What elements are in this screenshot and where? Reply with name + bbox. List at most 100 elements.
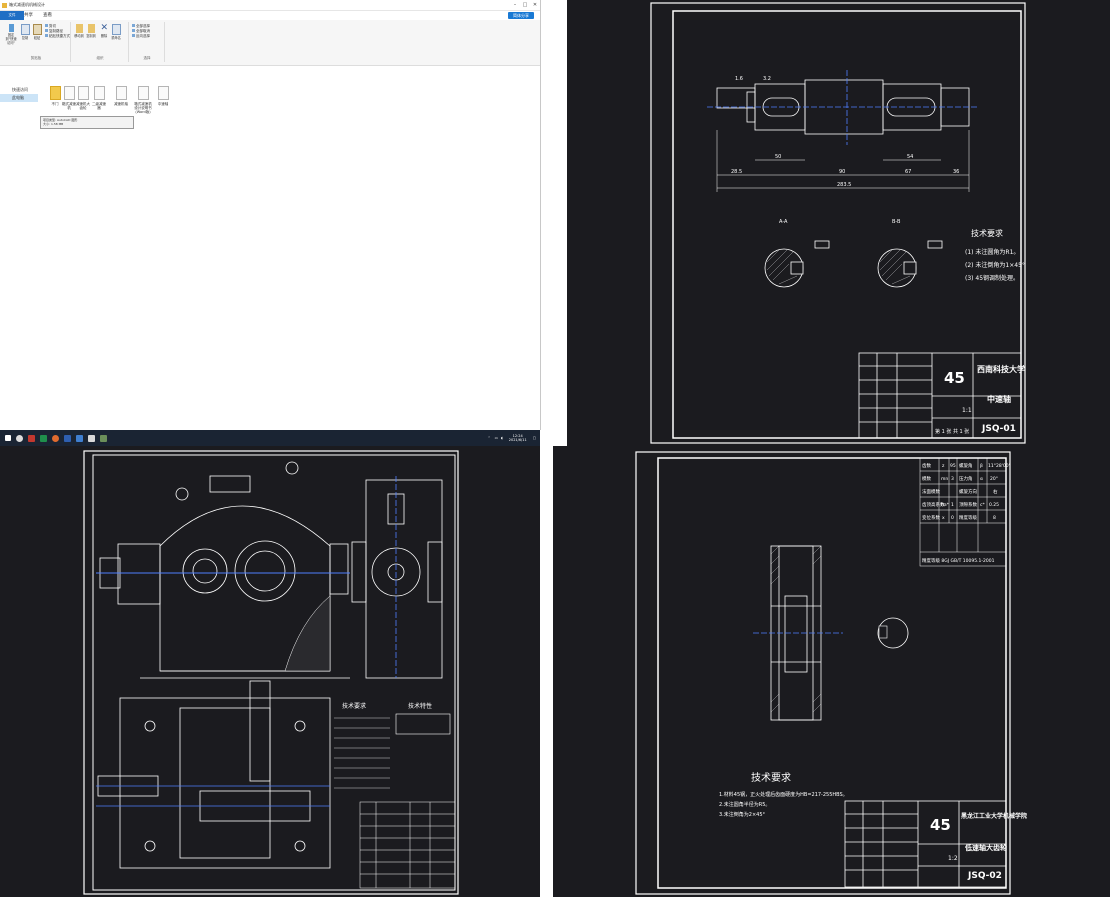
school-label: 西南科技大学	[977, 364, 1025, 374]
file-tooltip: 项目类型: AutoCAD 图形 大小: 1.58 MB	[40, 116, 134, 129]
clock-date: 2021/6/11	[508, 438, 527, 442]
dim-label: 67	[905, 169, 911, 175]
taskbar: ⌃ ▭ ◖ 12:24 2021/6/11 ▢	[0, 430, 540, 446]
section-label: A-A	[779, 219, 788, 225]
tab-file[interactable]: 文件	[0, 11, 24, 20]
file-name: 箱式减速机设计说明书 (Word版)	[134, 102, 152, 114]
scissors-icon	[45, 24, 48, 27]
move-to-button[interactable]: 移动到	[74, 24, 84, 38]
autocad-icon[interactable]	[76, 434, 83, 442]
close-button[interactable]: ✕	[530, 2, 540, 8]
file-item[interactable]: 不门	[48, 86, 62, 106]
param-label: 齿数	[922, 462, 931, 469]
param-label: 压力角	[959, 475, 973, 482]
file-item[interactable]: 箱式减速机设计说明书 (Word版)	[134, 86, 152, 114]
clock[interactable]: 12:24 2021/6/11	[509, 434, 527, 442]
scale-label: 1:2	[948, 855, 958, 862]
assembly-drawing: 技术要求 技术特性	[83, 450, 459, 895]
cut-label: 剪切	[49, 24, 56, 28]
navigation-pane: 快速访问 此电脑	[0, 86, 38, 102]
param-label: 精度等级	[959, 514, 977, 521]
window-title: 箱式减速机机械设计	[9, 2, 45, 7]
file-icon	[115, 86, 127, 100]
browser-icon[interactable]	[52, 434, 59, 442]
standard-label: 精度等级 8GJ GB/T 10095.1-2001	[922, 557, 995, 564]
file-item[interactable]: 减速机轴	[114, 86, 128, 106]
volume-icon[interactable]: ◖	[501, 436, 503, 440]
gear-drawing-window: 齿数 z 95 螺旋角 β 11°28'00" 模数 mn 3 压力角 α 20…	[553, 446, 1110, 897]
param-value: 95	[950, 463, 956, 469]
file-item[interactable]: 中速轴	[156, 86, 170, 106]
pin-button[interactable]: 固定到"快速访问"	[4, 24, 18, 45]
requirement-line: 1.材料45钢，正火处理后齿面硬度为HB=217-255HBS。	[719, 791, 848, 798]
file-icon	[157, 86, 169, 100]
paste-button[interactable]: 粘贴	[32, 24, 42, 40]
shaft-drawing: 28.5 50 90 67 36 283.5 54 1.6 3.2 A-A B-…	[650, 2, 1026, 444]
roughness-label: 1.6	[735, 76, 743, 82]
maximize-button[interactable]: □	[520, 2, 530, 8]
param-symbol: mn	[941, 477, 948, 482]
cad-icon[interactable]	[28, 434, 35, 442]
file-item[interactable]: 减速机大齿轮	[76, 86, 90, 110]
keyway	[878, 625, 888, 639]
notification-icon[interactable]: ▢	[533, 436, 536, 440]
invert-selection-button[interactable]: 反向选择	[132, 34, 150, 39]
search-icon[interactable]	[16, 434, 23, 442]
chevron-up-icon[interactable]: ⌃	[488, 436, 491, 440]
select-group-label: 选择	[143, 56, 151, 60]
share-button[interactable]: 简体分享	[508, 12, 534, 19]
requirement-line: 3.未注倒角为2×45°	[719, 811, 766, 818]
ribbon: 固定到"快速访问" 复制 粘贴 剪切 复制路径 粘贴快捷方式 剪贴板 移动到 复…	[0, 20, 540, 66]
invert-icon	[132, 34, 135, 37]
file-name: 中速轴	[157, 102, 169, 106]
shaft-elevation	[707, 70, 977, 145]
assembly-notes: 技术要求 技术特性	[342, 702, 432, 710]
folder-icon[interactable]	[88, 434, 95, 442]
delete-button[interactable]: ✕ 删除	[99, 24, 109, 39]
dim-label: 283.5	[837, 182, 851, 188]
ribbon-tabs: 文件 主页 共享 查看 简体分享	[0, 11, 540, 20]
organize-group: 移动到 复制到 ✕ 删除 重命名 组织	[72, 22, 129, 62]
windows-icon[interactable]	[5, 435, 11, 441]
param-symbol: c*	[980, 502, 985, 508]
param-label: 顶隙系数	[959, 501, 977, 508]
dim-label: 50	[775, 154, 781, 160]
param-value: 0.25	[989, 502, 999, 508]
nav-quick-access[interactable]: 快速访问	[0, 86, 38, 94]
characteristics-table	[395, 713, 451, 735]
paste-shortcut-button[interactable]: 粘贴快捷方式	[45, 34, 70, 39]
dimension-labels: 28.5 50 90 67 36 283.5 54 1.6 3.2	[731, 76, 959, 188]
app-icon[interactable]	[100, 434, 107, 442]
tab-view[interactable]: 查看	[38, 11, 57, 20]
rename-button[interactable]: 重命名	[111, 24, 121, 40]
copy-icon	[20, 24, 30, 35]
copy-path-label: 复制路径	[49, 29, 63, 33]
file-item[interactable]: 箱式减速机	[62, 86, 76, 110]
minimize-button[interactable]: –	[510, 2, 520, 8]
file-name: 减速机大齿轮	[76, 102, 90, 110]
title-block-text: 45 西南科技大学 中速轴 JSQ-01 1:1 第 1 张 共 1 张	[935, 364, 1025, 435]
excel-icon[interactable]	[40, 434, 47, 442]
path-icon	[45, 29, 48, 32]
word-icon[interactable]	[64, 434, 71, 442]
file-item[interactable]: 二级减速器	[92, 86, 106, 110]
dim-label: 54	[907, 154, 913, 160]
file-name: 不门	[51, 102, 59, 106]
nav-this-pc[interactable]: 此电脑	[0, 94, 38, 102]
file-icon	[63, 86, 75, 100]
network-icon[interactable]: ▭	[495, 436, 498, 440]
roughness-label: 3.2	[763, 76, 771, 82]
part-name-label: 中速轴	[987, 394, 1011, 404]
copy-to-button[interactable]: 复制到	[86, 24, 96, 38]
paste-shortcut-label: 粘贴快捷方式	[49, 34, 70, 38]
file-explorer-window: 箱式减速机机械设计 – □ ✕ 文件 主页 共享 查看 简体分享 固定到"快速访…	[0, 0, 541, 430]
dim-label: 90	[839, 169, 845, 175]
copy-button[interactable]: 复制	[20, 24, 30, 40]
material-label: 45	[944, 369, 965, 387]
drawing-border-outer	[83, 450, 459, 895]
move-icon	[75, 24, 83, 33]
param-symbol: α	[980, 477, 983, 482]
gear-parameter-table	[919, 457, 1007, 567]
select-none-icon	[132, 29, 135, 32]
gearbox-top-view	[97, 680, 331, 869]
